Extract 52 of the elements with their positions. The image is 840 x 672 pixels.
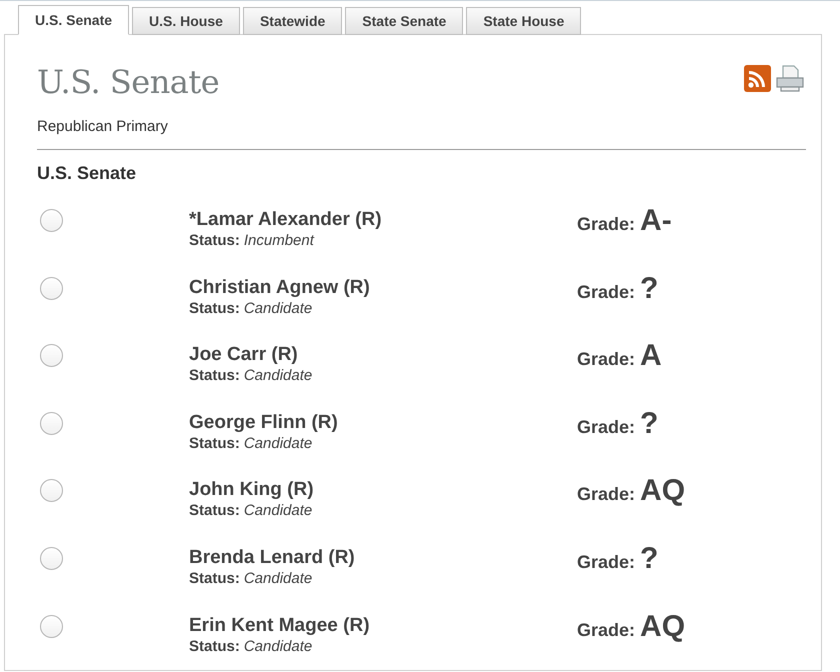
grade-label: Grade:: [577, 349, 636, 370]
candidate-name: *Lamar Alexander (R): [189, 209, 383, 231]
candidate-name: John King (R): [189, 479, 315, 502]
grade-value: ?: [640, 406, 658, 441]
grade-value: ?: [640, 542, 658, 576]
grade-label: Grade:: [577, 416, 636, 438]
status-label: Status:: [189, 232, 240, 249]
grade-label: Grade:: [577, 214, 636, 235]
status-value: Candidate: [244, 434, 312, 452]
subtitle: Republican Primary: [37, 118, 169, 135]
tab[interactable]: Statewide: [242, 7, 342, 35]
grade-label: Grade:: [577, 620, 636, 641]
radio-button[interactable]: [40, 209, 63, 232]
grade-label: Grade:: [577, 552, 636, 573]
grade-value: AQ: [640, 610, 686, 644]
status-label: Status:: [189, 638, 240, 655]
grade-value: A: [640, 339, 662, 374]
status-label: Status:: [189, 434, 240, 452]
printer-icon[interactable]: [775, 65, 805, 92]
tab[interactable]: State Senate: [345, 7, 464, 35]
status-value: Candidate: [244, 570, 312, 587]
radio-button[interactable]: [40, 546, 63, 570]
radio-button[interactable]: [40, 276, 63, 300]
rss-icon[interactable]: [744, 65, 771, 92]
status-label: Status:: [189, 300, 240, 317]
candidate-name: Brenda Lenard (R): [189, 546, 356, 569]
grade-value: A-: [640, 204, 672, 238]
status-label: Status:: [189, 570, 240, 587]
candidate-name: Erin Kent Magee (R): [189, 614, 371, 637]
radio-button[interactable]: [40, 614, 63, 638]
tab[interactable]: State House: [466, 7, 582, 35]
section-title: U.S. Senate: [37, 163, 138, 184]
grade-value: AQ: [640, 474, 686, 508]
status-value: Candidate: [244, 638, 312, 655]
tab[interactable]: U.S. Senate: [18, 5, 130, 35]
grade-label: Grade:: [577, 484, 636, 506]
radio-button[interactable]: [40, 412, 63, 435]
page-title: U.S. Senate: [37, 63, 220, 101]
status-value: Incumbent: [244, 232, 314, 249]
tab[interactable]: U.S. House: [132, 7, 240, 35]
candidate-name: Christian Agnew (R): [189, 276, 371, 299]
grade-label: Grade:: [577, 282, 636, 303]
status-value: Candidate: [244, 300, 312, 317]
candidate-name: George Flinn (R): [189, 412, 339, 434]
status-value: Candidate: [244, 502, 312, 520]
candidate-name: Joe Carr (R): [189, 344, 299, 366]
status-value: Candidate: [244, 367, 312, 384]
status-label: Status:: [189, 502, 240, 520]
radio-button[interactable]: [40, 479, 63, 502]
status-label: Status:: [189, 367, 240, 384]
grade-value: ?: [640, 272, 658, 306]
radio-button[interactable]: [40, 344, 63, 368]
